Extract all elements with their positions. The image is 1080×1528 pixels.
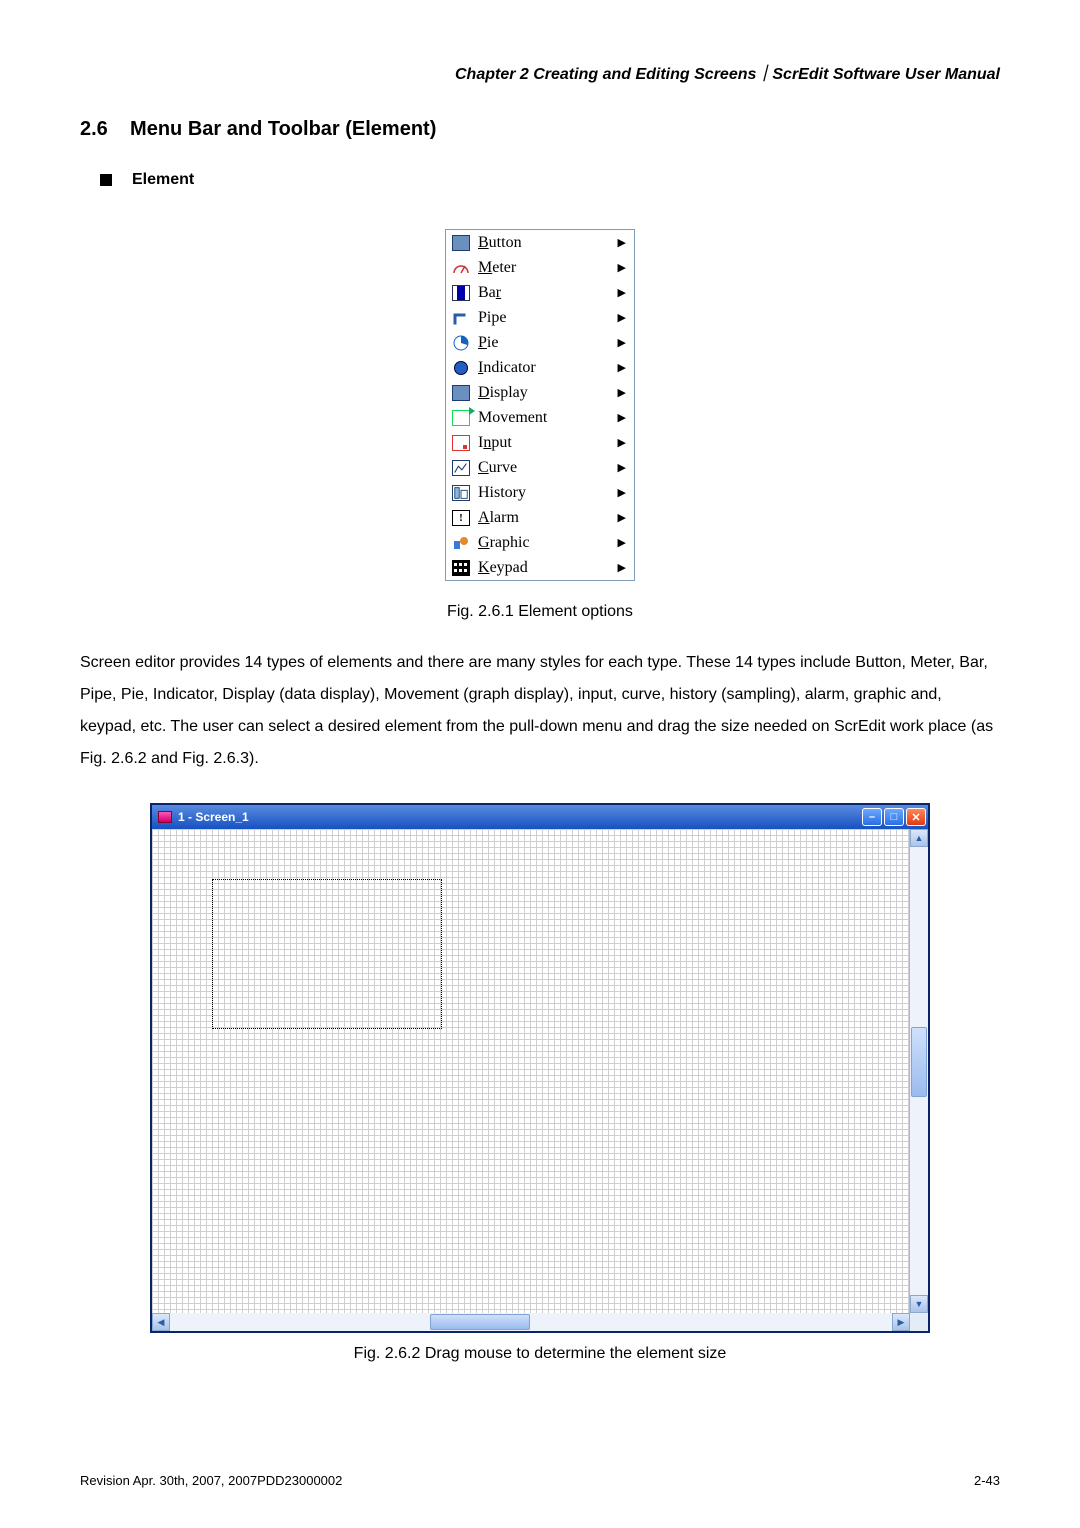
menu-item-display[interactable]: Display ▶ bbox=[446, 380, 634, 405]
alarm-icon: ! bbox=[452, 510, 470, 526]
submenu-arrow-icon: ▶ bbox=[618, 561, 626, 574]
submenu-arrow-icon: ▶ bbox=[618, 536, 626, 549]
scroll-left-button[interactable]: ◀ bbox=[152, 1313, 170, 1331]
scroll-corner bbox=[910, 1313, 928, 1331]
submenu-arrow-icon: ▶ bbox=[618, 311, 626, 324]
submenu-arrow-icon: ▶ bbox=[618, 261, 626, 274]
bullet-square-icon bbox=[100, 174, 112, 186]
drag-selection-rect bbox=[212, 879, 442, 1029]
menu-item-input[interactable]: Input ▶ bbox=[446, 430, 634, 455]
menu-label: Meter bbox=[478, 259, 618, 277]
scroll-up-button[interactable]: ▲ bbox=[910, 829, 928, 847]
menu-item-bar[interactable]: Bar ▶ bbox=[446, 280, 634, 305]
menu-item-graphic[interactable]: Graphic ▶ bbox=[446, 530, 634, 555]
screen-window: 1 - Screen_1 – □ ✕ ▲ ▼ ◀ bbox=[150, 803, 930, 1333]
menu-label: History bbox=[478, 484, 618, 502]
history-icon bbox=[452, 485, 470, 501]
submenu-arrow-icon: ▶ bbox=[618, 386, 626, 399]
indicator-icon bbox=[452, 360, 470, 376]
menu-item-keypad[interactable]: Keypad ▶ bbox=[446, 555, 634, 580]
submenu-arrow-icon: ▶ bbox=[618, 436, 626, 449]
horizontal-scrollbar[interactable]: ◀ ▶ bbox=[152, 1313, 928, 1331]
section-number: 2.6 bbox=[80, 118, 108, 140]
figure-1-caption: Fig. 2.6.1 Element options bbox=[80, 603, 1000, 621]
movement-icon bbox=[452, 410, 470, 426]
section-heading: Menu Bar and Toolbar (Element) bbox=[130, 118, 436, 140]
menu-label: Graphic bbox=[478, 534, 618, 552]
pie-icon bbox=[452, 335, 470, 351]
element-menu: Button ▶ Meter ▶ Bar ▶ Pipe ▶ Pie bbox=[445, 229, 635, 581]
submenu-arrow-icon: ▶ bbox=[618, 336, 626, 349]
menu-label: Alarm bbox=[478, 509, 618, 527]
submenu-arrow-icon: ▶ bbox=[618, 486, 626, 499]
button-icon bbox=[452, 235, 470, 251]
horizontal-scroll-thumb[interactable] bbox=[430, 1314, 530, 1330]
menu-item-alarm[interactable]: ! Alarm ▶ bbox=[446, 505, 634, 530]
minimize-button[interactable]: – bbox=[862, 808, 882, 826]
input-icon bbox=[452, 435, 470, 451]
body-paragraph: Screen editor provides 14 types of eleme… bbox=[80, 647, 1000, 775]
section-title: 2.6 Menu Bar and Toolbar (Element) bbox=[80, 118, 1000, 141]
submenu-arrow-icon: ▶ bbox=[618, 236, 626, 249]
subhead-row: Element bbox=[100, 171, 1000, 189]
submenu-arrow-icon: ▶ bbox=[618, 361, 626, 374]
submenu-arrow-icon: ▶ bbox=[618, 411, 626, 424]
close-button[interactable]: ✕ bbox=[906, 808, 926, 826]
menu-item-pie[interactable]: Pie ▶ bbox=[446, 330, 634, 355]
menu-label: Bar bbox=[478, 284, 618, 302]
subhead-text: Element bbox=[132, 171, 194, 189]
submenu-arrow-icon: ▶ bbox=[618, 461, 626, 474]
window-titlebar[interactable]: 1 - Screen_1 – □ ✕ bbox=[152, 805, 928, 829]
vertical-scroll-track[interactable] bbox=[910, 847, 928, 1295]
menu-item-pipe[interactable]: Pipe ▶ bbox=[446, 305, 634, 330]
curve-icon bbox=[452, 460, 470, 476]
vertical-scrollbar[interactable]: ▲ ▼ bbox=[910, 829, 928, 1313]
menu-label: Button bbox=[478, 234, 618, 252]
window-title: 1 - Screen_1 bbox=[178, 810, 862, 824]
menu-label: Display bbox=[478, 384, 618, 402]
vertical-scroll-thumb[interactable] bbox=[911, 1027, 927, 1097]
menu-item-button[interactable]: Button ▶ bbox=[446, 230, 634, 255]
keypad-icon bbox=[452, 560, 470, 576]
pipe-icon bbox=[452, 310, 470, 326]
window-app-icon bbox=[158, 811, 172, 823]
bar-icon bbox=[452, 285, 470, 301]
menu-label: Keypad bbox=[478, 559, 618, 577]
menu-label: Movement bbox=[478, 409, 618, 427]
menu-label: Input bbox=[478, 434, 618, 452]
scroll-right-button[interactable]: ▶ bbox=[892, 1313, 910, 1331]
submenu-arrow-icon: ▶ bbox=[618, 511, 626, 524]
figure-2-caption: Fig. 2.6.2 Drag mouse to determine the e… bbox=[80, 1345, 1000, 1363]
submenu-arrow-icon: ▶ bbox=[618, 286, 626, 299]
display-icon bbox=[452, 385, 470, 401]
horizontal-scroll-track[interactable] bbox=[170, 1313, 892, 1331]
page-header: Chapter 2 Creating and Editing Screens｜S… bbox=[80, 60, 1000, 84]
graphic-icon bbox=[452, 535, 470, 551]
footer-revision: Revision Apr. 30th, 2007, 2007PDD2300000… bbox=[80, 1473, 342, 1488]
menu-label: Pie bbox=[478, 334, 618, 352]
menu-item-indicator[interactable]: Indicator ▶ bbox=[446, 355, 634, 380]
maximize-button[interactable]: □ bbox=[884, 808, 904, 826]
footer-page-number: 2-43 bbox=[974, 1473, 1000, 1488]
meter-icon bbox=[452, 260, 470, 276]
scroll-down-button[interactable]: ▼ bbox=[910, 1295, 928, 1313]
menu-item-curve[interactable]: Curve ▶ bbox=[446, 455, 634, 480]
page-footer: Revision Apr. 30th, 2007, 2007PDD2300000… bbox=[80, 1473, 1000, 1488]
menu-label: Indicator bbox=[478, 359, 618, 377]
editor-canvas[interactable] bbox=[152, 829, 910, 1313]
menu-label: Pipe bbox=[478, 309, 618, 327]
menu-item-meter[interactable]: Meter ▶ bbox=[446, 255, 634, 280]
menu-label: Curve bbox=[478, 459, 618, 477]
menu-item-history[interactable]: History ▶ bbox=[446, 480, 634, 505]
menu-item-movement[interactable]: Movement ▶ bbox=[446, 405, 634, 430]
